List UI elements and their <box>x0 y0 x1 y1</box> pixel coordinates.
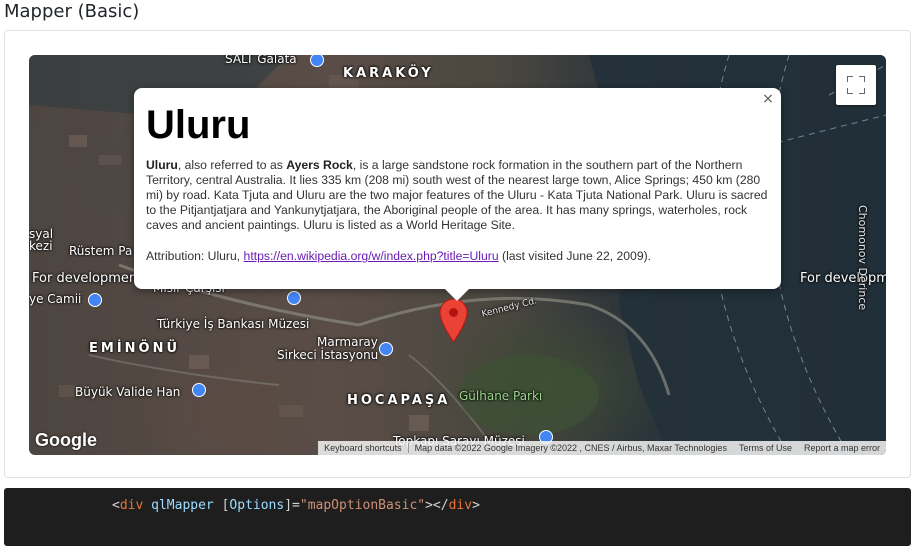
map-label-rustem: Rüstem Pa <box>69 244 133 258</box>
map-canvas[interactable]: SALT Galata KARAKÖY syal kezi Rüstem Pa … <box>29 55 886 455</box>
map-label-ye-camii: ye Camii <box>29 292 82 306</box>
attribution-prefix: Attribution: Uluru, <box>146 249 244 264</box>
fullscreen-icon <box>847 76 865 94</box>
code-line: <div qlMapper [Options]="mapOptionBasic"… <box>112 498 480 513</box>
code-lt: < <box>112 498 120 513</box>
info-window: × Uluru Uluru, also referred to as Ayers… <box>134 88 781 301</box>
report-map-error-link[interactable]: Report a map error <box>798 443 886 453</box>
terms-of-use-link[interactable]: Terms of Use <box>733 443 798 453</box>
info-window-body: Uluru, also referred to as Ayers Rock, i… <box>146 158 769 233</box>
attribution-link[interactable]: https://en.wikipedia.org/w/index.php?tit… <box>244 249 499 263</box>
map-label-gulhane: Gülhane Parkı <box>459 389 543 403</box>
fullscreen-button[interactable] <box>836 65 876 105</box>
code-input-name: Options <box>229 498 285 513</box>
info-window-heading: Uluru <box>146 103 251 147</box>
keyboard-shortcuts-link[interactable]: Keyboard shortcuts <box>318 443 408 453</box>
map-label-salt-galata: SALT Galata <box>225 55 297 66</box>
map-label-eminonu: EMİNÖNÜ <box>89 341 181 356</box>
code-tag-close: div <box>448 498 473 513</box>
demo-card: SALT Galata KARAKÖY syal kezi Rüstem Pa … <box>4 30 911 478</box>
map-label-buyuk-valide: Büyük Valide Han <box>75 385 181 399</box>
info-window-attribution: Attribution: Uluru, https://en.wikipedia… <box>146 249 769 263</box>
map-dev-watermark-left: For development <box>32 271 143 286</box>
map-marker-icon[interactable] <box>440 299 467 342</box>
map-label-sirkeci: Sirkeci İstasyonu <box>277 348 379 362</box>
info-alt-name-bold: Ayers Rock <box>286 158 353 172</box>
landmark-poi-icon[interactable] <box>192 383 206 397</box>
train-station-icon[interactable] <box>379 342 393 356</box>
map-label-marmaray: Marmaray <box>317 335 378 349</box>
map-label-turkiye-is: Türkiye İş Bankası Müzesi <box>157 317 310 331</box>
map-dev-watermark-right: For developme <box>800 271 886 286</box>
page-title: Mapper (Basic) <box>4 1 140 22</box>
code-input-close: ] <box>284 498 293 513</box>
code-value: "mapOptionBasic" <box>299 498 426 513</box>
map-data-text: Map data ©2022 Google Imagery ©2022 , CN… <box>414 443 727 453</box>
close-icon[interactable]: × <box>761 92 775 106</box>
code-directive: qlMapper <box>151 498 214 513</box>
google-logo[interactable]: Google <box>35 430 97 451</box>
map-label-karakoy: KARAKÖY <box>343 66 434 81</box>
code-gt-close: ></ <box>425 498 449 513</box>
info-text-1: , also referred to as <box>177 158 287 172</box>
code-tag: div <box>119 498 144 513</box>
info-name-bold: Uluru <box>146 158 178 172</box>
map-label-kezi: kezi <box>29 239 53 253</box>
mosque-poi-icon[interactable] <box>88 293 102 307</box>
museum-poi-icon-2[interactable] <box>287 291 301 305</box>
code-gt: > <box>472 498 480 513</box>
map-attribution-bar: Keyboard shortcuts Map data ©2022 Google… <box>318 441 886 455</box>
map-label-hocapasa: HOCAPAŞA <box>347 393 451 408</box>
code-snippet: <div qlMapper [Options]="mapOptionBasic"… <box>4 488 911 546</box>
attribution-suffix: (last visited June 22, 2009). <box>498 249 652 264</box>
map-label-chomonov: Chomonov Derince <box>856 205 869 311</box>
code-eq: = <box>292 498 300 513</box>
